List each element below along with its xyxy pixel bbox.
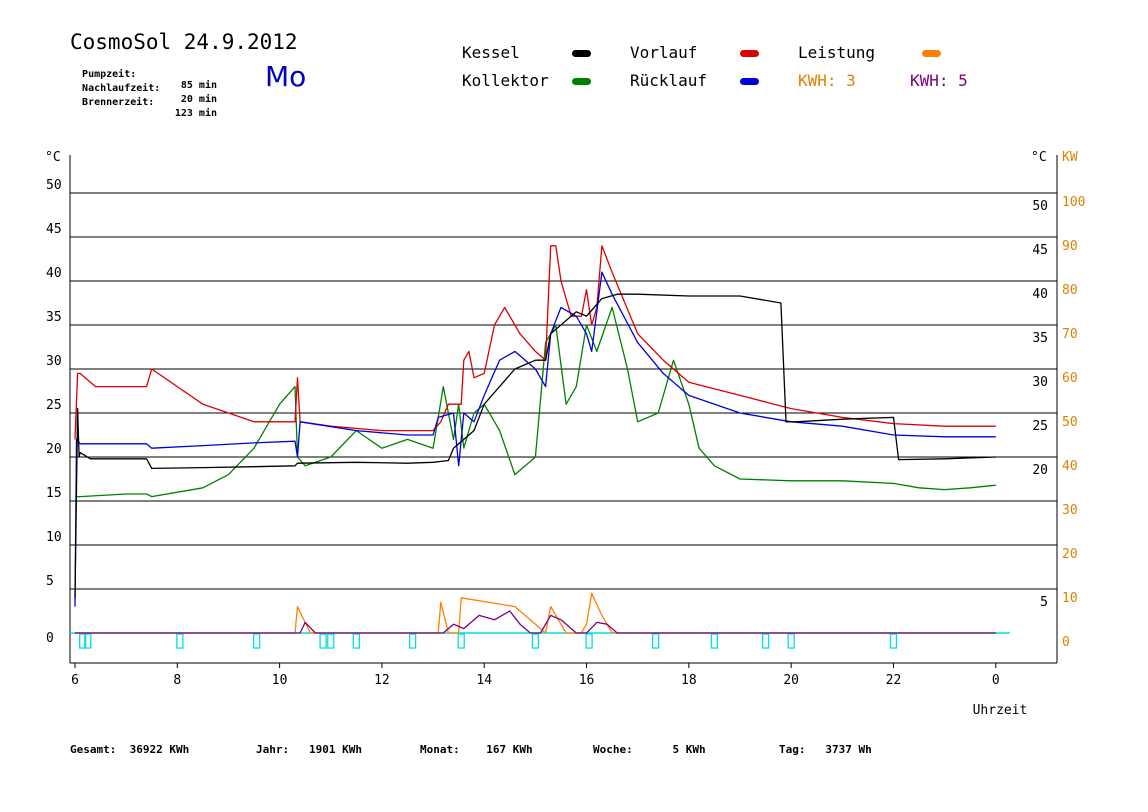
y-tick-label-30: 30 [46,354,62,369]
x-tick-label-8: 8 [173,673,181,688]
pump-marker [651,633,660,649]
kw-tick-label-10: 10 [1062,591,1078,606]
woche-value: 5 KWh [672,743,706,756]
x-tick-label-22: 22 [886,673,902,688]
series-line-kollektor [75,306,996,498]
y-tick-label-45: 45 [46,222,62,237]
kw-tick-label-40: 40 [1062,459,1078,474]
x-tick-label-0: 0 [992,673,1000,688]
tag-value: 3737 Wh [825,743,872,756]
monat-label: Monat: [420,743,460,756]
tag-label: Tag: [779,743,806,756]
pump-marker [408,633,417,649]
y-tick-label-40: 40 [46,266,62,281]
kw-tick-label-0: 0 [1062,635,1070,650]
jahr-value: 1901 KWh [309,743,362,756]
pump-marker [710,633,719,649]
gesamt-value: 36922 KWh [129,743,190,756]
x-tick-label-20: 20 [783,673,799,688]
y-right-unit-c: °C [1031,150,1047,165]
pump-marker [176,633,184,649]
chart-svg: 6 8 10 12 14 16 18 20 22 0 Uhrzeit 0 5 10 15 20 25 30 35 40… [45,150,1085,718]
y-right-tick-label-25: 25 [1032,419,1048,434]
series-line-kwh2 [75,610,996,634]
x-tick-label-12: 12 [374,673,390,688]
kw-tick-label-60: 60 [1062,371,1078,386]
y-tick-label-50: 50 [46,178,62,193]
monat-value: 167 KWh [486,743,533,756]
y-right-tick-label-45: 45 [1032,243,1048,258]
x-tick-label-16: 16 [579,673,595,688]
kw-tick-label-50: 50 [1062,415,1078,430]
y-tick-label-35: 35 [46,310,62,325]
y-right-tick-label-50: 50 [1032,199,1048,214]
y-tick-label-5: 5 [46,574,54,589]
x-axis-label: Uhrzeit [973,703,1028,718]
y-right-tick-label-35: 35 [1032,331,1048,346]
series-line-vorlauf [74,245,996,440]
y-right-tick-label-40: 40 [1032,287,1048,302]
pump-marker [352,633,360,649]
y-tick-label-0: 0 [46,631,54,646]
woche-label: Woche: [593,743,633,756]
footer-woche: Woche: 5 KWh [593,743,706,756]
y-right-unit-kw: KW [1062,150,1078,165]
jahr-label: Jahr: [256,743,290,756]
footer-jahr: Jahr: 1901 KWh [256,743,362,756]
y-right-tick-label-30: 30 [1032,375,1048,390]
pump-marker [457,633,465,649]
footer-gesamt: Gesamt: 36922 KWh [70,743,189,756]
pump-marker [761,633,770,649]
pump-marker [319,633,327,649]
kw-tick-label-20: 20 [1062,547,1078,562]
footer-tag: Tag: 3737 Wh [779,743,872,756]
x-tick-label-6: 6 [71,673,79,688]
series-group [74,245,996,634]
series-line-leistung [75,592,996,634]
axes [69,155,1058,668]
y-tick-label-25: 25 [46,398,62,413]
pump-marker [327,633,335,649]
series-line-ruecklauf [74,271,996,607]
x-tick-label-14: 14 [476,673,492,688]
y-right-tick-label-20: 20 [1032,463,1048,478]
pump-marker [585,633,593,649]
y-right-tick-label-5: 5 [1040,595,1048,610]
kw-tick-label-100: 100 [1062,195,1085,210]
pump-marker [889,633,898,649]
kw-tick-label-90: 90 [1062,239,1078,254]
pump-marker [531,633,540,649]
kw-tick-label-30: 30 [1062,503,1078,518]
kw-tick-label-70: 70 [1062,327,1078,342]
series-line-kessel [74,293,996,598]
kw-tick-label-80: 80 [1062,283,1078,298]
y-left-unit: °C [45,150,61,165]
pump-marker [787,633,795,649]
y-tick-label-10: 10 [46,530,62,545]
gesamt-label: Gesamt: [70,743,117,756]
pump-marker [252,633,261,649]
footer-monat: Monat: 167 KWh [420,743,533,756]
y-tick-label-15: 15 [46,486,62,501]
x-tick-label-18: 18 [681,673,697,688]
y-tick-label-20: 20 [46,442,62,457]
grid-lines [70,192,1057,590]
x-tick-label-10: 10 [272,673,288,688]
